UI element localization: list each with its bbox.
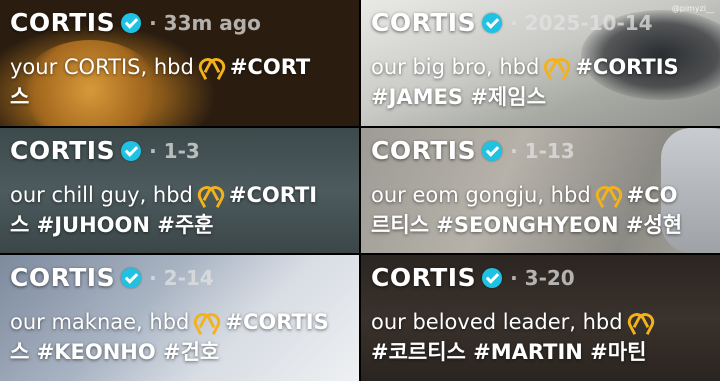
post-tile-1[interactable]: CORTIS · 33m ago your CORTIS, hbd #CORT 스 [0,0,359,126]
post-tile-4[interactable]: CORTIS · 1-13 our eom gongju, hbd #CO 르티스… [361,128,720,253]
post-timestamp: · 1-3 [149,138,200,163]
hashtag[interactable]: #CORTIS [225,310,328,334]
verified-check-icon [121,267,142,288]
post-header: CORTIS · 2-14 [10,263,214,292]
watermark: @pimyzi__ [671,4,714,13]
collage-grid: CORTIS · 33m ago your CORTIS, hbd #CORT 스… [0,0,720,381]
post-header: CORTIS · 2025-10-14 [371,8,653,37]
caption-text: your CORTIS, hbd [10,55,194,79]
post-caption: our maknae, hbd #CORTIS 스 #KEONHO #건호 [10,307,329,367]
caption-text: our beloved leader, hbd [371,310,623,334]
hashtag-line[interactable]: #코르티스 #MARTIN #마틴 [371,340,646,364]
caption-text: our maknae, hbd [10,310,190,334]
hashtag-continued[interactable]: 스 [10,85,29,109]
post-header: CORTIS · 1-3 [10,136,200,165]
post-timestamp: · 2025-10-14 [510,10,653,35]
hashtag-line[interactable]: 스 #KEONHO #건호 [10,340,219,364]
post-timestamp: · 1-13 [510,138,575,163]
hashtag[interactable]: #CORTI [229,183,317,207]
account-name[interactable]: CORTIS [371,263,476,292]
account-name[interactable]: CORTIS [10,136,115,165]
verified-check-icon [482,12,503,33]
heart-hands-icon [543,58,571,76]
verified-check-icon [482,267,503,288]
post-timestamp: · 3-20 [510,265,575,290]
post-tile-5[interactable]: CORTIS · 2-14 our maknae, hbd #CORTIS 스 #… [0,255,359,381]
post-timestamp: · 33m ago [149,10,261,35]
post-header: CORTIS · 33m ago [10,8,261,37]
post-header: CORTIS · 1-13 [371,136,575,165]
heart-hands-icon [197,186,225,204]
heart-hands-icon [198,58,226,76]
hashtag[interactable]: #CORTIS [575,55,678,79]
post-caption: our beloved leader, hbd #코르티스 #MARTIN #마… [371,307,659,367]
heart-hands-icon [595,186,623,204]
caption-text: our big bro, hbd [371,55,540,79]
post-tile-3[interactable]: CORTIS · 1-3 our chill guy, hbd #CORTI 스 … [0,128,359,253]
hashtag[interactable]: #CORT [230,55,310,79]
caption-text: our eom gongju, hbd [371,183,591,207]
post-tile-2[interactable]: @pimyzi__ CORTIS · 2025-10-14 our big br… [361,0,720,126]
hashtag[interactable]: #CO [627,183,678,207]
verified-check-icon [121,12,142,33]
verified-check-icon [482,140,503,161]
hashtag-line[interactable]: #JAMES #제임스 [371,85,546,109]
post-timestamp: · 2-14 [149,265,214,290]
account-name[interactable]: CORTIS [371,136,476,165]
post-tile-6[interactable]: CORTIS · 3-20 our beloved leader, hbd #코… [361,255,720,381]
heart-hands-icon [193,313,221,331]
heart-hands-icon [627,313,655,331]
account-name[interactable]: CORTIS [10,8,115,37]
post-header: CORTIS · 3-20 [371,263,575,292]
verified-check-icon [121,140,142,161]
post-caption: your CORTIS, hbd #CORT 스 [10,52,310,112]
post-caption: our big bro, hbd #CORTIS #JAMES #제임스 [371,52,679,112]
caption-text: our chill guy, hbd [10,183,193,207]
hashtag-line[interactable]: 르티스 #SEONGHYEON #성현 [371,213,682,237]
account-name[interactable]: CORTIS [371,8,476,37]
post-caption: our chill guy, hbd #CORTI 스 #JUHOON #주훈 [10,180,317,240]
hashtag-line[interactable]: 스 #JUHOON #주훈 [10,213,214,237]
post-caption: our eom gongju, hbd #CO 르티스 #SEONGHYEON #… [371,180,682,240]
account-name[interactable]: CORTIS [10,263,115,292]
